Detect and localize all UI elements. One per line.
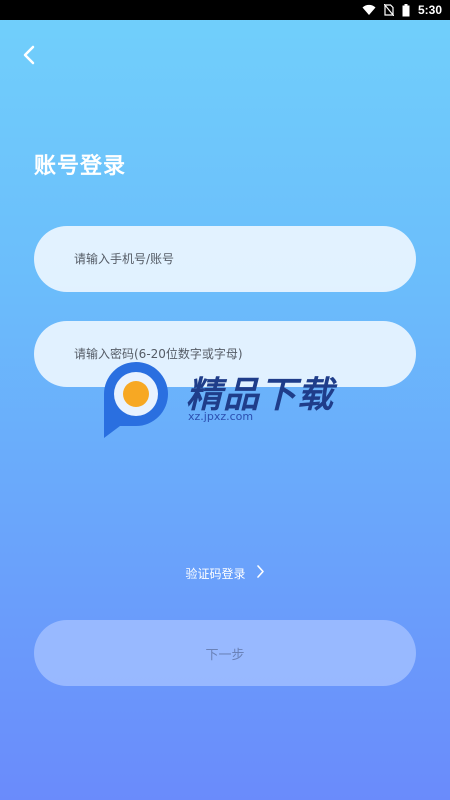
battery-icon (402, 3, 410, 17)
wifi-icon (362, 4, 376, 16)
status-time: 5:30 (417, 3, 442, 17)
no-sim-icon (383, 4, 394, 16)
account-input[interactable] (72, 251, 396, 267)
chevron-left-icon (22, 44, 36, 70)
watermark-logo-icon (98, 358, 178, 438)
watermark: 精品下载 xz.jpxz.com (98, 358, 358, 438)
login-screen: 5:30 账号登录 精品下载 xz.jpxz.com 验证码登录 下一步 (0, 0, 450, 800)
page-title: 账号登录 (34, 154, 127, 179)
back-button[interactable] (14, 42, 44, 72)
code-login-label: 验证码登录 (185, 566, 246, 581)
chevron-right-icon (256, 564, 265, 582)
watermark-subtext: xz.jpxz.com (188, 410, 254, 423)
account-field[interactable] (34, 226, 416, 292)
next-button[interactable]: 下一步 (34, 620, 416, 686)
code-login-link[interactable]: 验证码登录 (0, 564, 450, 582)
status-bar: 5:30 (0, 0, 450, 20)
